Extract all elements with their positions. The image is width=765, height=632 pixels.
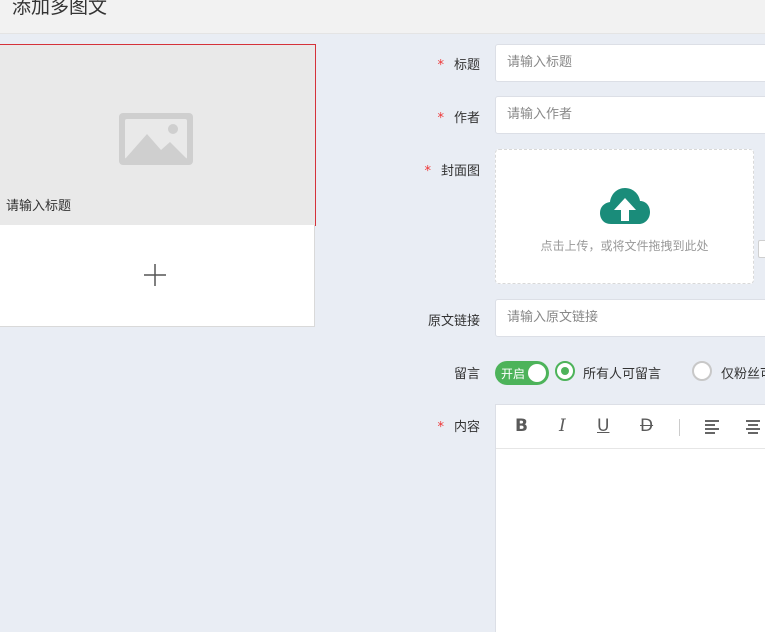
author-input[interactable]: 请输入作者 <box>495 96 765 134</box>
author-label: * 作者 <box>437 107 480 126</box>
content-editor[interactable]: B I U D <box>495 404 765 632</box>
radio-all-users-label: 所有人可留言 <box>583 367 662 382</box>
toggle-knob <box>528 364 546 382</box>
radio-fans-only-label: 仅粉丝可留言 <box>721 367 765 382</box>
plus-icon <box>144 264 166 286</box>
cover-upload-area[interactable]: 点击上传，或将文件拖拽到此处 <box>495 149 754 284</box>
link-label: 原文链接 <box>427 314 480 329</box>
cover-label: * 封面图 <box>424 160 480 179</box>
content-label-text: 内容 <box>453 420 480 435</box>
comment-toggle-text: 开启 <box>501 367 526 381</box>
author-label-text: 作者 <box>453 111 480 126</box>
cover-label-text: 封面图 <box>440 164 480 179</box>
upload-hint: 点击上传，或将文件拖拽到此处 <box>540 239 709 253</box>
link-input[interactable]: 请输入原文链接 <box>495 299 765 337</box>
toolbar-divider <box>679 419 680 436</box>
page-title: 添加多图文 <box>12 0 108 18</box>
italic-button[interactable]: I <box>559 416 566 436</box>
radio-all-users[interactable] <box>555 361 575 381</box>
image-placeholder-icon <box>119 113 193 165</box>
page-header: 添加多图文 <box>0 0 765 34</box>
required-mark: * <box>437 111 444 126</box>
upload-side-checkbox[interactable] <box>758 240 765 258</box>
required-mark: * <box>437 58 444 73</box>
cloud-upload-icon <box>600 188 650 224</box>
editor-toolbar: B I U D <box>496 405 765 449</box>
title-label: * 标题 <box>437 54 480 73</box>
article-card-selected[interactable]: 请输入标题 <box>0 44 316 226</box>
title-placeholder: 请输入标题 <box>507 55 573 70</box>
author-placeholder: 请输入作者 <box>507 107 573 122</box>
align-center-icon[interactable] <box>746 420 760 434</box>
article-card-title: 请输入标题 <box>6 199 72 214</box>
title-input[interactable]: 请输入标题 <box>495 44 765 82</box>
required-mark: * <box>424 164 431 179</box>
bold-button[interactable]: B <box>515 416 528 436</box>
title-label-text: 标题 <box>453 58 480 73</box>
strikethrough-button[interactable]: D <box>640 416 653 436</box>
comment-label: 留言 <box>453 367 480 382</box>
radio-fans-only[interactable] <box>692 361 712 381</box>
required-mark: * <box>437 420 444 435</box>
align-left-icon[interactable] <box>705 420 719 434</box>
content-label: * 内容 <box>437 416 480 435</box>
add-article-button[interactable] <box>0 225 315 327</box>
underline-button[interactable]: U <box>597 416 609 436</box>
comment-toggle[interactable]: 开启 <box>495 361 549 385</box>
link-placeholder: 请输入原文链接 <box>507 310 599 325</box>
